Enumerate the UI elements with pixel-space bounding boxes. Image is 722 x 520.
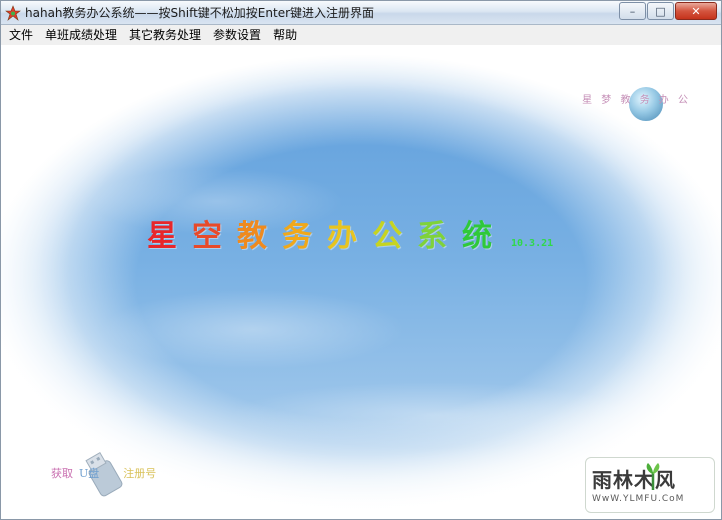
window-title: hahah教务办公系统——按Shift键不松加按Enter键进入注册界面: [25, 6, 375, 20]
app-icon[interactable]: [5, 5, 21, 21]
get-usb-register-code[interactable]: 获取 U盘 注册号: [51, 465, 156, 481]
get-label: 获取: [51, 467, 73, 480]
title-char: 统: [462, 219, 492, 254]
top-right-text: 星 梦 教 务 办 公: [582, 95, 691, 106]
close-button[interactable]: ✕: [675, 2, 717, 20]
leaf-icon: [646, 463, 660, 490]
main-window: hahah教务办公系统——按Shift键不松加按Enter键进入注册界面 – □…: [0, 0, 722, 520]
usb-label: U盘: [79, 467, 100, 480]
register-code-label: 注册号: [123, 467, 157, 480]
menu-single-class-grades[interactable]: 单班成绩处理: [39, 25, 123, 45]
menu-file[interactable]: 文件: [3, 25, 39, 45]
title-char: 办: [327, 219, 357, 254]
minimize-button[interactable]: –: [619, 2, 646, 20]
splash-title: 星 空 教 务 办 公 系 统 10.3.21: [147, 211, 553, 255]
maximize-button[interactable]: □: [647, 2, 674, 20]
menu-help[interactable]: 帮助: [267, 25, 303, 45]
title-char: 系: [417, 219, 447, 254]
title-char: 务: [282, 219, 312, 254]
window-controls: – □ ✕: [618, 2, 717, 20]
version-label: 10.3.21: [511, 238, 554, 249]
watermark-url: WwW.YLMFU.CoM: [592, 494, 685, 504]
splash-canvas: 星 梦 教 务 办 公 星 空 教 务 办 公 系 统 10.3.21 获取 U…: [1, 45, 721, 519]
menu-parameter-settings[interactable]: 参数设置: [207, 25, 267, 45]
menu-bar: 文件 单班成绩处理 其它教务处理 参数设置 帮助: [1, 25, 721, 45]
watermark-logo: 雨林木风 WwW.YLMFU.CoM: [585, 457, 715, 513]
title-char: 教: [237, 219, 267, 254]
top-right-decoration: 星 梦 教 务 办 公: [582, 91, 691, 106]
title-bar[interactable]: hahah教务办公系统——按Shift键不松加按Enter键进入注册界面 – □…: [1, 1, 721, 25]
watermark-main-text: 雨林木风: [592, 468, 676, 492]
title-char: 公: [372, 219, 402, 254]
title-char: 空: [192, 219, 222, 254]
menu-other-affairs[interactable]: 其它教务处理: [123, 25, 207, 45]
title-char: 星: [147, 219, 177, 254]
